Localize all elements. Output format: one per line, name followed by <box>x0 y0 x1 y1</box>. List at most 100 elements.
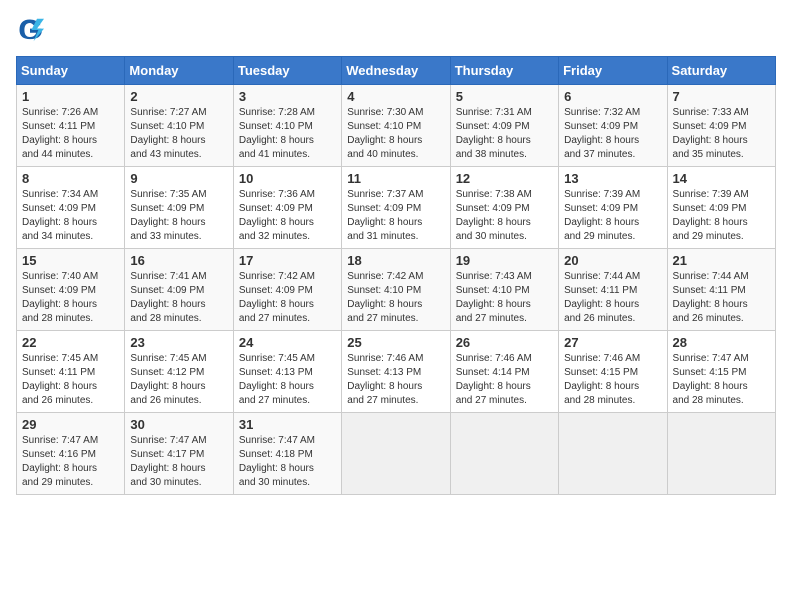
calendar-cell: 24 Sunrise: 7:45 AM Sunset: 4:13 PM Dayli… <box>233 331 341 413</box>
day-info: Sunrise: 7:28 AM Sunset: 4:10 PM Dayligh… <box>239 106 336 162</box>
page-header <box>16 16 776 44</box>
day-info: Sunrise: 7:45 AM Sunset: 4:11 PM Dayligh… <box>22 352 119 408</box>
calendar-cell: 6 Sunrise: 7:32 AM Sunset: 4:09 PM Daylig… <box>559 85 667 167</box>
day-number: 14 <box>673 171 770 186</box>
calendar-cell: 3Sunrise: 7:28 AM Sunset: 4:10 PM Daylig… <box>233 85 341 167</box>
day-info: Sunrise: 7:47 AM Sunset: 4:15 PM Dayligh… <box>673 352 770 408</box>
day-number: 29 <box>22 417 119 432</box>
day-info: Sunrise: 7:37 AM Sunset: 4:09 PM Dayligh… <box>347 188 444 244</box>
calendar-cell: 27Sunrise: 7:46 AM Sunset: 4:15 PM Dayli… <box>559 331 667 413</box>
calendar-cell <box>667 413 775 495</box>
calendar-cell: 20 Sunrise: 7:44 AM Sunset: 4:11 PM Dayli… <box>559 249 667 331</box>
day-number: 9 <box>130 171 227 186</box>
day-info: Sunrise: 7:46 AM Sunset: 4:15 PM Dayligh… <box>564 352 661 408</box>
day-number: 7 <box>673 89 770 104</box>
calendar-cell: 30Sunrise: 7:47 AM Sunset: 4:17 PM Dayli… <box>125 413 233 495</box>
day-info: Sunrise: 7:46 AM Sunset: 4:14 PM Dayligh… <box>456 352 553 408</box>
day-number: 6 <box>564 89 661 104</box>
calendar-cell: 10Sunrise: 7:36 AM Sunset: 4:09 PM Dayli… <box>233 167 341 249</box>
day-info: Sunrise: 7:42 AM Sunset: 4:09 PM Dayligh… <box>239 270 336 326</box>
day-info: Sunrise: 7:39 AM Sunset: 4:09 PM Dayligh… <box>564 188 661 244</box>
day-info: Sunrise: 7:34 AM Sunset: 4:09 PM Dayligh… <box>22 188 119 244</box>
day-number: 2 <box>130 89 227 104</box>
calendar-cell: 15 Sunrise: 7:40 AM Sunset: 4:09 PM Dayli… <box>17 249 125 331</box>
col-header-sunday: Sunday <box>17 57 125 85</box>
day-number: 4 <box>347 89 444 104</box>
day-info: Sunrise: 7:47 AM Sunset: 4:18 PM Dayligh… <box>239 434 336 490</box>
day-info: Sunrise: 7:30 AM Sunset: 4:10 PM Dayligh… <box>347 106 444 162</box>
day-number: 30 <box>130 417 227 432</box>
calendar-cell: 23Sunrise: 7:45 AM Sunset: 4:12 PM Dayli… <box>125 331 233 413</box>
calendar-cell: 19 Sunrise: 7:43 AM Sunset: 4:10 PM Dayli… <box>450 249 558 331</box>
day-number: 23 <box>130 335 227 350</box>
day-number: 12 <box>456 171 553 186</box>
calendar-table: SundayMondayTuesdayWednesdayThursdayFrid… <box>16 56 776 495</box>
calendar-cell: 31 Sunrise: 7:47 AM Sunset: 4:18 PM Dayli… <box>233 413 341 495</box>
day-info: Sunrise: 7:39 AM Sunset: 4:09 PM Dayligh… <box>673 188 770 244</box>
day-number: 15 <box>22 253 119 268</box>
calendar-cell: 22 Sunrise: 7:45 AM Sunset: 4:11 PM Dayli… <box>17 331 125 413</box>
day-number: 5 <box>456 89 553 104</box>
day-info: Sunrise: 7:46 AM Sunset: 4:13 PM Dayligh… <box>347 352 444 408</box>
calendar-cell: 25 Sunrise: 7:46 AM Sunset: 4:13 PM Dayli… <box>342 331 450 413</box>
day-info: Sunrise: 7:32 AM Sunset: 4:09 PM Dayligh… <box>564 106 661 162</box>
calendar-week-row: 22 Sunrise: 7:45 AM Sunset: 4:11 PM Dayli… <box>17 331 776 413</box>
day-info: Sunrise: 7:31 AM Sunset: 4:09 PM Dayligh… <box>456 106 553 162</box>
calendar-cell: 14 Sunrise: 7:39 AM Sunset: 4:09 PM Dayli… <box>667 167 775 249</box>
calendar-cell: 5 Sunrise: 7:31 AM Sunset: 4:09 PM Daylig… <box>450 85 558 167</box>
day-number: 16 <box>130 253 227 268</box>
calendar-cell: 1 Sunrise: 7:26 AM Sunset: 4:11 PM Daylig… <box>17 85 125 167</box>
day-number: 25 <box>347 335 444 350</box>
calendar-cell: 11Sunrise: 7:37 AM Sunset: 4:09 PM Dayli… <box>342 167 450 249</box>
calendar-cell: 8 Sunrise: 7:34 AM Sunset: 4:09 PM Daylig… <box>17 167 125 249</box>
day-number: 10 <box>239 171 336 186</box>
col-header-wednesday: Wednesday <box>342 57 450 85</box>
col-header-friday: Friday <box>559 57 667 85</box>
calendar-header-row: SundayMondayTuesdayWednesdayThursdayFrid… <box>17 57 776 85</box>
day-number: 19 <box>456 253 553 268</box>
calendar-cell <box>450 413 558 495</box>
day-number: 1 <box>22 89 119 104</box>
logo <box>16 16 48 44</box>
day-info: Sunrise: 7:45 AM Sunset: 4:13 PM Dayligh… <box>239 352 336 408</box>
day-number: 31 <box>239 417 336 432</box>
day-info: Sunrise: 7:40 AM Sunset: 4:09 PM Dayligh… <box>22 270 119 326</box>
calendar-cell: 4 Sunrise: 7:30 AM Sunset: 4:10 PM Daylig… <box>342 85 450 167</box>
day-info: Sunrise: 7:43 AM Sunset: 4:10 PM Dayligh… <box>456 270 553 326</box>
day-info: Sunrise: 7:26 AM Sunset: 4:11 PM Dayligh… <box>22 106 119 162</box>
day-number: 18 <box>347 253 444 268</box>
col-header-monday: Monday <box>125 57 233 85</box>
calendar-cell <box>559 413 667 495</box>
calendar-cell: 13 Sunrise: 7:39 AM Sunset: 4:09 PM Dayli… <box>559 167 667 249</box>
calendar-cell: 21 Sunrise: 7:44 AM Sunset: 4:11 PM Dayli… <box>667 249 775 331</box>
day-info: Sunrise: 7:44 AM Sunset: 4:11 PM Dayligh… <box>564 270 661 326</box>
col-header-tuesday: Tuesday <box>233 57 341 85</box>
calendar-cell: 17 Sunrise: 7:42 AM Sunset: 4:09 PM Dayli… <box>233 249 341 331</box>
calendar-cell: 29 Sunrise: 7:47 AM Sunset: 4:16 PM Dayli… <box>17 413 125 495</box>
day-info: Sunrise: 7:41 AM Sunset: 4:09 PM Dayligh… <box>130 270 227 326</box>
calendar-cell: 12Sunrise: 7:38 AM Sunset: 4:09 PM Dayli… <box>450 167 558 249</box>
day-info: Sunrise: 7:44 AM Sunset: 4:11 PM Dayligh… <box>673 270 770 326</box>
calendar-cell: 18Sunrise: 7:42 AM Sunset: 4:10 PM Dayli… <box>342 249 450 331</box>
calendar-week-row: 15 Sunrise: 7:40 AM Sunset: 4:09 PM Dayli… <box>17 249 776 331</box>
day-number: 17 <box>239 253 336 268</box>
calendar-cell: 28Sunrise: 7:47 AM Sunset: 4:15 PM Dayli… <box>667 331 775 413</box>
day-number: 24 <box>239 335 336 350</box>
calendar-cell <box>342 413 450 495</box>
day-info: Sunrise: 7:47 AM Sunset: 4:16 PM Dayligh… <box>22 434 119 490</box>
calendar-cell: 16 Sunrise: 7:41 AM Sunset: 4:09 PM Dayli… <box>125 249 233 331</box>
day-number: 22 <box>22 335 119 350</box>
calendar-cell: 7Sunrise: 7:33 AM Sunset: 4:09 PM Daylig… <box>667 85 775 167</box>
day-number: 20 <box>564 253 661 268</box>
col-header-thursday: Thursday <box>450 57 558 85</box>
day-number: 13 <box>564 171 661 186</box>
day-info: Sunrise: 7:35 AM Sunset: 4:09 PM Dayligh… <box>130 188 227 244</box>
calendar-week-row: 29 Sunrise: 7:47 AM Sunset: 4:16 PM Dayli… <box>17 413 776 495</box>
logo-icon <box>16 16 44 44</box>
calendar-cell: 2 Sunrise: 7:27 AM Sunset: 4:10 PM Daylig… <box>125 85 233 167</box>
day-number: 8 <box>22 171 119 186</box>
day-info: Sunrise: 7:27 AM Sunset: 4:10 PM Dayligh… <box>130 106 227 162</box>
day-number: 21 <box>673 253 770 268</box>
col-header-saturday: Saturday <box>667 57 775 85</box>
calendar-cell: 9 Sunrise: 7:35 AM Sunset: 4:09 PM Daylig… <box>125 167 233 249</box>
